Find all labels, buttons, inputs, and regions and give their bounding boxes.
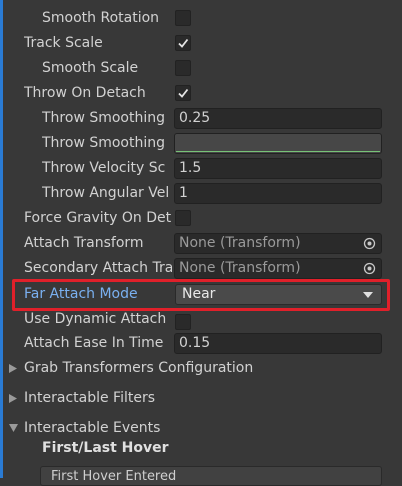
target-icon xyxy=(363,237,376,250)
secondary-attach-row: Secondary Attach Tra None (Transform) xyxy=(0,256,402,281)
far-attach-mode-row: Far Attach Mode Near xyxy=(0,282,402,307)
interactable-filters-label: Interactable Filters xyxy=(24,390,156,406)
triangle-right-icon xyxy=(9,394,17,403)
throw-smoothing-duration-field[interactable]: 0.25 xyxy=(174,108,382,129)
force-gravity-row: Force Gravity On Det xyxy=(0,206,402,231)
checkmark-icon xyxy=(178,88,189,98)
first-hover-entered-label: First Hover Entered xyxy=(51,469,177,484)
track-scale-row: Track Scale xyxy=(0,31,402,56)
interactable-filters-foldout[interactable]: Interactable Filters xyxy=(0,386,402,411)
throw-smoothing-duration-row: Throw Smoothing 0.25 xyxy=(0,106,402,131)
attach-ease-field[interactable]: 0.15 xyxy=(174,333,382,354)
grab-transformers-label: Grab Transformers Configuration xyxy=(24,360,254,376)
first-hover-entered-event[interactable]: First Hover Entered xyxy=(40,466,382,486)
attach-transform-field[interactable]: None (Transform) xyxy=(174,233,382,254)
triangle-down-icon xyxy=(9,424,18,432)
interactable-events-foldout[interactable]: Interactable Events xyxy=(0,416,402,441)
dropdown-arrow-icon xyxy=(363,292,373,298)
throw-smoothing-curve-label: Throw Smoothing xyxy=(42,135,166,151)
attach-transform-row: Attach Transform None (Transform) xyxy=(0,231,402,256)
throw-on-detach-checkbox[interactable] xyxy=(175,85,191,101)
throw-velocity-scale-label: Throw Velocity Sc xyxy=(42,160,166,176)
smooth-rotation-checkbox[interactable] xyxy=(175,10,191,26)
smooth-rotation-label: Smooth Rotation xyxy=(42,10,160,26)
attach-transform-label: Attach Transform xyxy=(24,235,144,251)
throw-velocity-scale-field[interactable]: 1.5 xyxy=(174,158,382,179)
use-dynamic-attach-label: Use Dynamic Attach xyxy=(24,311,167,327)
attach-ease-label: Attach Ease In Time xyxy=(24,335,164,351)
interactable-events-label: Interactable Events xyxy=(24,420,161,436)
curve-preview-line xyxy=(176,151,380,152)
throw-smoothing-duration-label: Throw Smoothing xyxy=(42,110,166,126)
grab-transformers-foldout[interactable]: Grab Transformers Configuration xyxy=(0,356,402,381)
smooth-scale-label: Smooth Scale xyxy=(42,60,139,76)
throw-angular-velocity-row: Throw Angular Vel 1 xyxy=(0,181,402,206)
track-scale-label: Track Scale xyxy=(24,35,103,51)
track-scale-checkbox[interactable] xyxy=(175,35,191,51)
attach-ease-row: Attach Ease In Time 0.15 xyxy=(0,331,402,356)
far-attach-mode-value: Near xyxy=(182,286,216,302)
target-icon xyxy=(363,262,376,275)
throw-angular-velocity-field[interactable]: 1 xyxy=(174,183,382,204)
throw-angular-velocity-label: Throw Angular Vel xyxy=(42,185,170,201)
throw-smoothing-curve-field[interactable] xyxy=(174,133,382,154)
attach-transform-value: None (Transform) xyxy=(179,235,301,251)
object-picker-button[interactable] xyxy=(359,234,381,253)
checkmark-icon xyxy=(178,38,189,48)
secondary-attach-field[interactable]: None (Transform) xyxy=(174,258,382,279)
smooth-scale-checkbox[interactable] xyxy=(175,60,191,76)
use-dynamic-attach-row: Use Dynamic Attach xyxy=(0,307,402,332)
use-dynamic-attach-checkbox[interactable] xyxy=(175,314,191,330)
triangle-right-icon xyxy=(9,364,17,373)
secondary-attach-value: None (Transform) xyxy=(179,260,301,276)
force-gravity-label: Force Gravity On Det xyxy=(24,210,172,226)
far-attach-mode-label: Far Attach Mode xyxy=(24,286,138,302)
smooth-rotation-row: Smooth Rotation xyxy=(0,6,402,31)
object-picker-button[interactable] xyxy=(359,259,381,278)
throw-on-detach-row: Throw On Detach xyxy=(0,81,402,106)
force-gravity-checkbox[interactable] xyxy=(175,210,191,226)
throw-velocity-scale-row: Throw Velocity Sc 1.5 xyxy=(0,156,402,181)
throw-smoothing-curve-row: Throw Smoothing xyxy=(0,131,402,156)
smooth-scale-row: Smooth Scale xyxy=(0,56,402,81)
throw-on-detach-label: Throw On Detach xyxy=(24,85,146,101)
far-attach-mode-dropdown[interactable]: Near xyxy=(175,284,382,305)
first-last-hover-heading: First/Last Hover xyxy=(42,440,169,456)
secondary-attach-label: Secondary Attach Tra xyxy=(24,260,172,276)
